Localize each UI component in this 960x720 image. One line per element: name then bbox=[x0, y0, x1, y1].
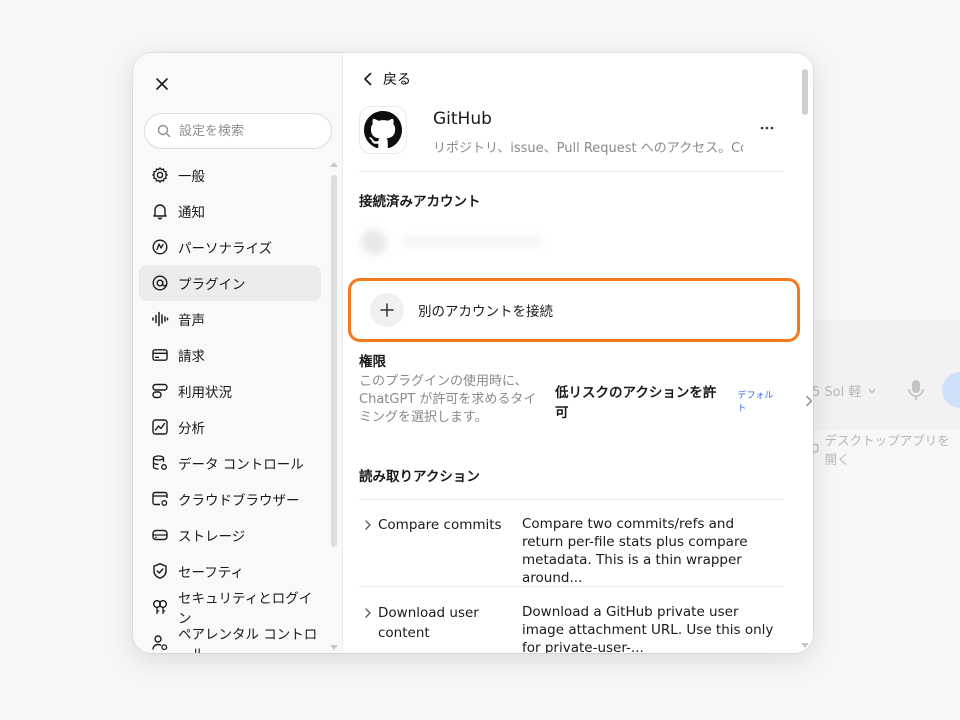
search-icon bbox=[157, 124, 171, 138]
sidebar-item-label: 分析 bbox=[178, 421, 205, 437]
account-name-redacted bbox=[403, 239, 543, 245]
database-gear-icon bbox=[152, 455, 167, 470]
actions-divider bbox=[359, 499, 783, 500]
back-label: 戻る bbox=[383, 72, 411, 88]
sidebar-item-label: パーソナライズ bbox=[178, 241, 273, 257]
sidebar-nav: 一般 通知 パーソナライズ プラグイン 音声 請求 利用状況 分析 データ コン… bbox=[139, 157, 321, 653]
action-name[interactable]: Download user content bbox=[365, 603, 508, 643]
action-description: Compare two commits/refs and return per-… bbox=[522, 516, 748, 586]
sidebar-scrollbar[interactable] bbox=[330, 161, 338, 651]
permission-level-selector[interactable]: 低リスクのアクションを許可 デフォルト bbox=[555, 381, 813, 421]
sidebar-item-safety[interactable]: セーフティ bbox=[139, 553, 321, 589]
main-scroll-thumb[interactable] bbox=[802, 69, 808, 115]
sidebar-item-general[interactable]: 一般 bbox=[139, 157, 321, 193]
sidebar-item-label: クラウドブラウザー bbox=[178, 493, 300, 509]
permissions-description: このプラグインの使用時に、ChatGPT が許可を求めるタイミングを選択します。 bbox=[359, 374, 537, 425]
ellipsis-icon bbox=[760, 126, 774, 130]
permissions-heading: 権限 bbox=[359, 354, 386, 370]
plugin-detail-panel: 戻る GitHub リポジトリ、issue、Pull Request へのアクセ… bbox=[343, 53, 813, 653]
sidebar-item-billing[interactable]: 請求 bbox=[139, 337, 321, 373]
sidebar-item-label: セーフティ bbox=[178, 565, 244, 581]
waveform-icon bbox=[152, 311, 169, 327]
back-button[interactable]: 戻る bbox=[363, 67, 411, 91]
connected-account-redacted bbox=[359, 225, 559, 259]
sidebar-item-label: ストレージ bbox=[178, 529, 246, 545]
plugin-title: GitHub bbox=[433, 109, 492, 129]
sidebar-item-label: 通知 bbox=[178, 205, 205, 221]
sidebar-item-label: 一般 bbox=[178, 169, 205, 185]
background-model-selector: 5 Sol 軽 bbox=[812, 381, 877, 400]
close-button[interactable] bbox=[151, 73, 173, 95]
storage-icon bbox=[152, 529, 168, 541]
header-divider bbox=[359, 171, 783, 172]
card-icon bbox=[152, 349, 168, 361]
close-icon bbox=[156, 78, 168, 90]
sidebar-item-label: データ コントロール bbox=[178, 457, 304, 473]
sidebar-item-plugins[interactable]: プラグイン bbox=[139, 265, 321, 301]
plugin-description: リポジトリ、issue、Pull Request へのアクセス。Codex ..… bbox=[433, 141, 743, 156]
sidebar-item-label: プラグイン bbox=[178, 277, 246, 293]
sidebar-item-cloud-browser[interactable]: クラウドブラウザー bbox=[139, 481, 321, 517]
scroll-down-arrow-icon[interactable] bbox=[330, 645, 338, 651]
settings-modal: 一般 通知 パーソナライズ プラグイン 音声 請求 bbox=[133, 53, 813, 653]
sidebar-item-data-controls[interactable]: データ コントロール bbox=[139, 445, 321, 481]
sidebar-item-usage[interactable]: 利用状況 bbox=[139, 373, 321, 409]
chart-icon bbox=[152, 419, 168, 435]
bell-icon bbox=[153, 204, 167, 220]
personalize-icon bbox=[152, 239, 168, 255]
search-box[interactable] bbox=[144, 113, 332, 149]
scroll-up-arrow-icon[interactable] bbox=[330, 161, 338, 167]
plugin-icon bbox=[152, 275, 168, 291]
plus-button-circle bbox=[370, 293, 404, 327]
github-logo bbox=[359, 106, 407, 154]
action-divider bbox=[359, 586, 783, 587]
chevron-right-icon bbox=[365, 520, 371, 530]
sidebar-item-personalize[interactable]: パーソナライズ bbox=[139, 229, 321, 265]
chevron-right-icon bbox=[365, 608, 371, 618]
avatar bbox=[361, 229, 387, 255]
shield-check-icon bbox=[153, 563, 167, 579]
more-options-button[interactable] bbox=[757, 118, 777, 138]
usage-icon bbox=[152, 383, 168, 399]
connect-another-account-button[interactable]: 別のアカウントを接続 bbox=[348, 278, 800, 342]
sidebar-scroll-thumb[interactable] bbox=[331, 175, 337, 547]
search-input[interactable] bbox=[179, 123, 319, 139]
sidebar-item-label: ペアレンタル コントロール bbox=[178, 627, 318, 653]
chevron-left-icon bbox=[364, 72, 372, 86]
permission-level-value: 低リスクのアクションを許可 bbox=[555, 385, 717, 421]
background-desktop-link: デスクトップアプリを開く bbox=[806, 430, 960, 468]
sidebar-item-notifications[interactable]: 通知 bbox=[139, 193, 321, 229]
sidebar-item-label: 利用状況 bbox=[178, 385, 232, 401]
chevron-down-icon bbox=[868, 388, 876, 393]
github-icon bbox=[364, 111, 402, 149]
sidebar-item-analytics[interactable]: 分析 bbox=[139, 409, 321, 445]
cloud-browser-icon bbox=[152, 491, 168, 506]
action-name[interactable]: Compare commits bbox=[365, 515, 508, 535]
settings-sidebar: 一般 通知 パーソナライズ プラグイン 音声 請求 bbox=[133, 53, 343, 653]
connect-another-account-label: 別のアカウントを接続 bbox=[418, 304, 553, 320]
sidebar-item-voice[interactable]: 音声 bbox=[139, 301, 321, 337]
sidebar-item-label: 音声 bbox=[178, 313, 205, 329]
key-icon bbox=[153, 600, 167, 614]
sidebar-item-security-login[interactable]: セキュリティとログイン bbox=[139, 589, 321, 627]
scroll-down-arrow-icon[interactable] bbox=[801, 643, 809, 649]
parental-icon bbox=[152, 635, 168, 651]
gear-icon bbox=[152, 167, 168, 183]
default-badge: デフォルト bbox=[737, 391, 774, 414]
microphone-icon bbox=[908, 380, 924, 400]
plus-icon bbox=[380, 303, 394, 317]
action-description: Download a GitHub private user image att… bbox=[522, 604, 774, 653]
read-actions-heading: 読み取りアクション bbox=[359, 469, 480, 485]
connected-accounts-heading: 接続済みアカウント bbox=[359, 194, 481, 210]
sidebar-item-storage[interactable]: ストレージ bbox=[139, 517, 321, 553]
sidebar-item-parental-controls[interactable]: ペアレンタル コントロール bbox=[139, 625, 321, 653]
sidebar-item-label: 請求 bbox=[178, 349, 205, 365]
sidebar-item-label: セキュリティとログイン bbox=[178, 591, 313, 627]
chevron-right-icon bbox=[806, 395, 813, 407]
